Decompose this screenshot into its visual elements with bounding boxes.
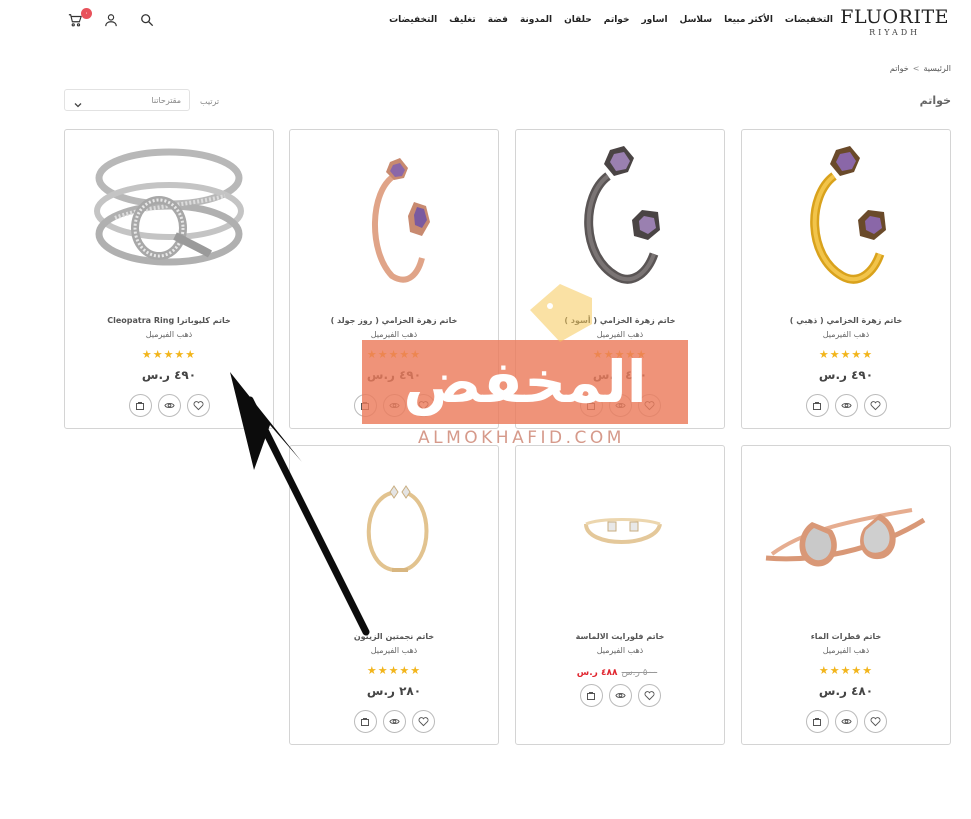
watermark-text: المخفض — [403, 348, 647, 416]
main-menu: التخفيضات الأكثر مبيعا سلاسل اساور خواتم… — [389, 15, 833, 25]
product-image[interactable] — [752, 452, 940, 612]
product-old-price: ٥٠٠ ر.س — [621, 668, 658, 678]
product-image[interactable] — [752, 136, 940, 296]
price-tag-icon — [520, 280, 600, 350]
brand-city: RIYADH — [869, 28, 921, 37]
menu-item-wrapping[interactable]: تغليف — [449, 15, 476, 25]
product-name[interactable]: خاتم قطرات الماء — [742, 632, 950, 641]
quick-view-button[interactable] — [382, 710, 406, 733]
menu-item-blog[interactable]: المدونة — [520, 15, 552, 25]
breadcrumb: الرئيسية>خواتم — [890, 64, 951, 73]
product-actions — [742, 394, 950, 417]
add-to-cart-button[interactable] — [805, 394, 829, 417]
product-price: ٢٨٠ ر.س — [366, 684, 422, 698]
menu-item-sale[interactable]: التخفيضات — [785, 15, 833, 25]
breadcrumb-separator: > — [912, 64, 920, 73]
product-image[interactable] — [526, 452, 714, 612]
menu-item-bracelets[interactable]: اساور — [641, 15, 667, 25]
product-name[interactable]: خاتم فلورايت الالماسة — [516, 632, 724, 641]
rating-stars: ★★★★★ — [366, 664, 422, 677]
product-category: ذهب الفيرميل — [822, 646, 870, 655]
add-to-cart-button[interactable] — [353, 710, 377, 733]
product-image[interactable] — [300, 136, 488, 296]
user-icon[interactable] — [104, 12, 120, 28]
quick-view-button[interactable] — [608, 684, 632, 707]
product-card[interactable]: خاتم زهرة الخزامي ( ذهبي ) ذهب الفيرميل … — [741, 129, 951, 429]
product-price: ٤٩٠ ر.س — [141, 368, 197, 382]
product-category: ذهب الفيرميل — [145, 330, 193, 339]
product-name[interactable]: خاتم زهرة الخزامي ( ذهبي ) — [742, 316, 950, 325]
wishlist-button[interactable] — [863, 710, 887, 733]
sort-value: مقترحاتنا — [151, 96, 181, 105]
quick-view-button[interactable] — [834, 394, 858, 417]
page-title: خواتم — [919, 94, 951, 107]
brand-name: FLUORITE — [840, 6, 949, 28]
sort-select[interactable]: مقترحاتنا — [64, 89, 190, 111]
menu-item-necklaces[interactable]: سلاسل — [680, 15, 713, 25]
menu-item-bestsellers[interactable]: الأكثر مبيعا — [724, 15, 773, 25]
product-image[interactable] — [526, 136, 714, 296]
menu-item-silver[interactable]: فضة — [488, 15, 508, 25]
add-to-cart-button[interactable] — [128, 394, 152, 417]
add-to-cart-button[interactable] — [805, 710, 829, 733]
watermark-url: ALMOKHAFID.COM — [418, 428, 625, 448]
product-sale-price: ٤٨٨ ر.س — [576, 668, 618, 678]
top-nav: FLUORITE RIYADH التخفيضات الأكثر مبيعا س… — [0, 0, 971, 44]
menu-item-sale-2[interactable]: التخفيضات — [389, 15, 437, 25]
product-card[interactable]: خاتم قطرات الماء ذهب الفيرميل ★★★★★ ٤٨٠ … — [741, 445, 951, 745]
add-to-cart-button[interactable] — [579, 684, 603, 707]
quick-view-button[interactable] — [157, 394, 181, 417]
product-image[interactable] — [75, 136, 263, 296]
menu-item-earrings[interactable]: حلقان — [564, 15, 592, 25]
product-category: ذهب الفيرميل — [370, 646, 418, 655]
product-card[interactable]: خاتم نجمتين الزيتون ذهب الفيرميل ★★★★★ ٢… — [289, 445, 499, 745]
product-category: ذهب الفيرميل — [370, 330, 418, 339]
quick-view-button[interactable] — [834, 710, 858, 733]
chevron-down-icon — [73, 95, 83, 114]
product-name[interactable]: Cleopatra Ring خاتم كليوباترا — [65, 316, 273, 325]
product-image[interactable] — [300, 452, 488, 612]
product-name[interactable]: خاتم زهرة الخزامي ( روز جولد ) — [290, 316, 498, 325]
wishlist-button[interactable] — [863, 394, 887, 417]
header-icons: ٠ — [68, 8, 156, 28]
product-category: ذهب الفيرميل — [596, 646, 644, 655]
sort-label: ترتيب — [200, 97, 220, 106]
rating-stars: ★★★★★ — [141, 348, 197, 361]
product-category: ذهب الفيرميل — [822, 330, 870, 339]
product-price: ٤٨٠ ر.س — [818, 684, 874, 698]
wishlist-button[interactable] — [637, 684, 661, 707]
product-price: ٥٠٠ ر.س ٤٨٨ ر.س — [516, 664, 724, 678]
breadcrumb-current: خواتم — [889, 64, 909, 73]
product-actions — [290, 710, 498, 733]
watermark-logo: المخفض ALMOKHAFID.COM — [362, 284, 688, 450]
menu-item-rings[interactable]: خواتم — [604, 15, 630, 25]
product-name[interactable]: خاتم نجمتين الزيتون — [290, 632, 498, 641]
product-card[interactable]: Cleopatra Ring خاتم كليوباترا ذهب الفيرم… — [64, 129, 274, 429]
brand-logo[interactable]: FLUORITE RIYADH — [840, 6, 949, 38]
product-card[interactable]: خاتم فلورايت الالماسة ذهب الفيرميل ٥٠٠ ر… — [515, 445, 725, 745]
wishlist-button[interactable] — [186, 394, 210, 417]
rating-stars: ★★★★★ — [818, 348, 874, 361]
product-price: ٤٩٠ ر.س — [818, 368, 874, 382]
rating-stars: ★★★★★ — [818, 664, 874, 677]
breadcrumb-home[interactable]: الرئيسية — [923, 64, 951, 73]
product-actions — [65, 394, 273, 417]
product-actions — [742, 710, 950, 733]
search-icon[interactable] — [140, 12, 156, 28]
wishlist-button[interactable] — [411, 710, 435, 733]
product-actions — [516, 684, 724, 707]
cart-icon[interactable]: ٠ — [68, 8, 92, 28]
cart-count-badge: ٠ — [81, 8, 92, 19]
